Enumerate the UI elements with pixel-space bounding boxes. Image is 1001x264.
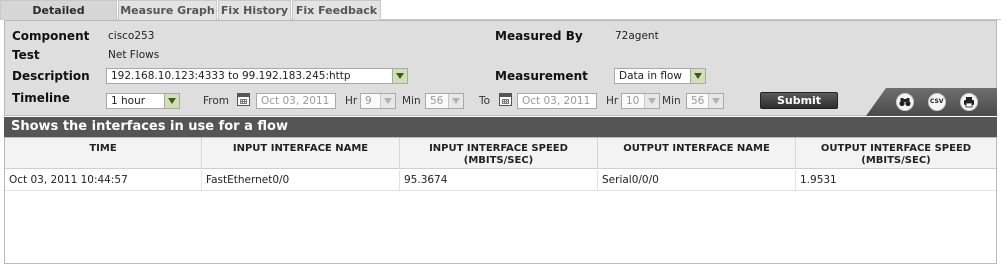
measurement-select-value: Data in flow <box>619 70 682 82</box>
to-minute-value: 56 <box>691 95 705 107</box>
calendar-icon[interactable] <box>499 93 512 106</box>
section-title: Shows the interfaces in use for a flow <box>4 117 997 137</box>
table-cell-output-interface-name: Serial0/0/0 <box>598 170 796 191</box>
to-date-input[interactable]: Oct 03, 2011 <box>517 93 597 109</box>
from-label: From <box>203 95 230 107</box>
csv-icon-text: CSV <box>930 98 944 105</box>
table-cell-input-interface-name: FastEthernet0/0 <box>202 170 400 191</box>
chevron-down-icon <box>690 69 705 83</box>
component-value: cisco253 <box>108 30 155 42</box>
column-header-input-interface-speed: INPUT INTERFACE SPEED (MBITS/SEC) <box>400 138 598 169</box>
component-label: Component <box>12 29 90 43</box>
to-hour-select[interactable]: 10 <box>621 93 660 109</box>
measurement-select[interactable]: Data in flow <box>614 68 706 84</box>
table-cell-time: Oct 03, 2011 10:44:57 <box>5 170 202 191</box>
filter-panel: Component cisco253 Test Net Flows Descri… <box>4 20 997 116</box>
measured-by-value: 72agent <box>615 30 659 42</box>
tab-detailed-diagnosis[interactable]: Detailed Diagnosis <box>0 0 117 36</box>
chevron-down-icon <box>164 94 179 108</box>
from-date-input[interactable]: Oct 03, 2011 <box>256 93 336 109</box>
chevron-down-icon <box>448 94 463 108</box>
to-label: To <box>479 95 491 107</box>
chevron-down-icon <box>708 94 723 108</box>
measurement-label: Measurement <box>495 69 588 83</box>
csv-icon[interactable]: CSV <box>928 93 946 111</box>
from-hr-label: Hr <box>345 95 358 107</box>
from-minute-value: 56 <box>430 95 444 107</box>
to-hour-value: 10 <box>626 95 640 107</box>
chevron-down-icon <box>644 94 659 108</box>
results-table: TIME INPUT INTERFACE NAME INPUT INTERFAC… <box>4 137 997 264</box>
description-select[interactable]: 192.168.10.123:4333 to 99.192.183.245:ht… <box>106 68 408 84</box>
from-hour-value: 9 <box>365 95 372 107</box>
to-minute-select[interactable]: 56 <box>686 93 724 109</box>
table-cell-output-interface-speed: 1.9531 <box>800 174 837 186</box>
from-minute-select[interactable]: 56 <box>425 93 464 109</box>
to-hr-label: Hr <box>606 95 619 107</box>
table-cell-input-interface-speed: 95.3674 <box>400 170 598 191</box>
export-toolbar: CSV <box>866 88 997 116</box>
tab-fix-feedback[interactable]: Fix Feedback <box>292 0 381 20</box>
to-min-label: Min <box>662 95 681 107</box>
tab-measure-graph[interactable]: Measure Graph <box>118 0 217 20</box>
description-label: Description <box>12 69 90 83</box>
chevron-down-icon <box>392 69 407 83</box>
measured-by-label: Measured By <box>495 29 583 43</box>
chevron-down-icon <box>380 94 395 108</box>
timeline-select[interactable]: 1 hour <box>106 93 180 109</box>
column-header-output-interface-speed: OUTPUT INTERFACE SPEED (MBITS/SEC) <box>820 143 972 166</box>
table-row: Oct 03, 2011 10:44:57 FastEthernet0/0 95… <box>5 170 996 191</box>
calendar-icon[interactable] <box>237 93 250 106</box>
timeline-select-value: 1 hour <box>111 95 146 107</box>
from-min-label: Min <box>402 95 421 107</box>
column-header-time: TIME <box>5 138 202 169</box>
timeline-label: Timeline <box>12 91 70 105</box>
printer-icon[interactable] <box>960 93 978 111</box>
table-header: TIME INPUT INTERFACE NAME INPUT INTERFAC… <box>5 138 996 169</box>
test-label: Test <box>12 48 40 62</box>
description-select-value: 192.168.10.123:4333 to 99.192.183.245:ht… <box>111 70 351 82</box>
binoculars-icon[interactable] <box>896 93 914 111</box>
submit-button[interactable]: Submit <box>760 92 838 109</box>
test-value: Net Flows <box>108 49 160 61</box>
from-hour-select[interactable]: 9 <box>360 93 396 109</box>
column-header-output-interface-name: OUTPUT INTERFACE NAME <box>598 138 796 169</box>
tab-bar: Detailed Diagnosis Measure Graph Fix His… <box>0 0 1001 36</box>
tab-fix-history[interactable]: Fix History <box>218 0 291 20</box>
column-header-input-interface-name: INPUT INTERFACE NAME <box>202 138 400 169</box>
